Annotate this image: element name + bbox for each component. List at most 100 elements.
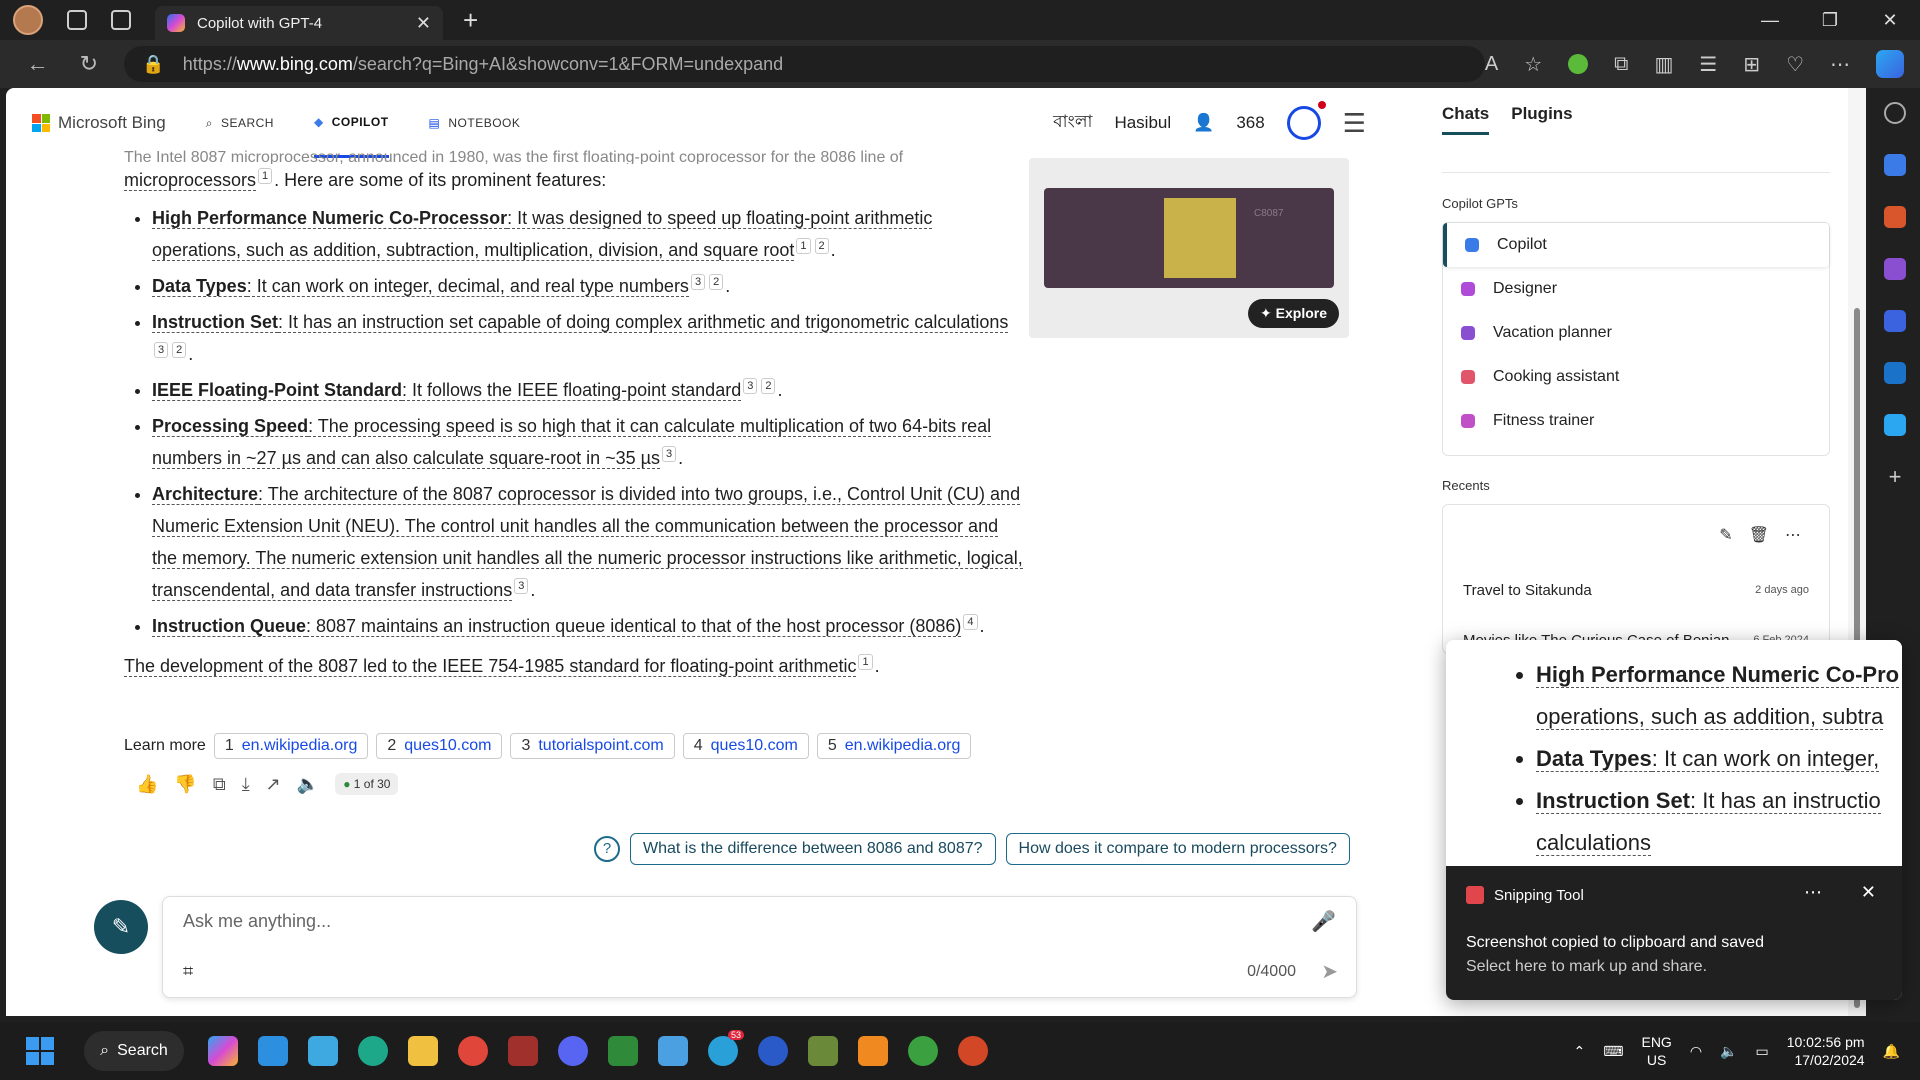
back-icon[interactable]: ←	[24, 51, 51, 77]
favorite-star-icon[interactable]: ☆	[1524, 52, 1542, 77]
thumbs-up-icon[interactable]: 👍	[136, 774, 158, 795]
gpt-item[interactable]: Copilot	[1443, 223, 1829, 267]
citation[interactable]: 2	[814, 238, 829, 254]
volume-icon[interactable]: 🔈	[1720, 1043, 1737, 1060]
close-tab-icon[interactable]: ✕	[416, 13, 431, 34]
taskbar-app-edge-icon[interactable]	[358, 1036, 388, 1066]
ask-input[interactable]: Ask me anything... 🎤 ⌗ 0/4000 ➤	[162, 896, 1357, 998]
workspaces-icon[interactable]	[67, 10, 87, 30]
citation[interactable]: 3	[514, 578, 529, 594]
taskbar-app-minecraft-icon[interactable]	[808, 1036, 838, 1066]
tab-actions-icon[interactable]	[111, 10, 131, 30]
delete-icon[interactable]: 🗑	[1749, 525, 1769, 545]
sidebar-add-icon[interactable]: +	[1884, 466, 1906, 488]
sidebar-send-icon[interactable]	[1884, 414, 1906, 436]
notification-footer[interactable]: Snipping Tool ⋯ ✕ Screenshot copied to c…	[1446, 866, 1902, 1000]
browser-tab[interactable]: Copilot with GPT-4 ✕	[155, 6, 443, 40]
download-icon[interactable]: ⤓	[242, 774, 250, 795]
sidebar-m365-icon[interactable]	[1884, 310, 1906, 332]
refresh-icon[interactable]: ↻	[75, 51, 102, 77]
gpt-item[interactable]: Fitness trainer	[1443, 399, 1829, 443]
citation[interactable]: 4	[963, 614, 978, 630]
user-icon[interactable]: 👤	[1193, 113, 1214, 133]
language-indicator[interactable]: ENG US	[1641, 1033, 1671, 1069]
citation[interactable]: 3	[154, 342, 169, 358]
speaker-icon[interactable]: 🔈	[297, 774, 319, 795]
close-window-icon[interactable]: ✕	[1860, 10, 1920, 31]
favorites-icon[interactable]: ☰	[1699, 52, 1717, 77]
rewards-points[interactable]: 368	[1236, 113, 1264, 133]
notification-more-icon[interactable]: ⋯	[1804, 882, 1822, 903]
profile-avatar[interactable]	[13, 5, 43, 35]
sidebar-games-icon[interactable]	[1884, 258, 1906, 280]
source-link[interactable]: 5 en.wikipedia.org	[816, 733, 972, 759]
send-icon[interactable]: ➤	[1321, 959, 1338, 984]
source-link[interactable]: 1 en.wikipedia.org	[213, 733, 369, 759]
gpt-item[interactable]: Cooking assistant	[1443, 355, 1829, 399]
microphone-icon[interactable]: 🎤	[1311, 909, 1336, 934]
sidebar-outlook-icon[interactable]	[1884, 362, 1906, 384]
taskbar-search[interactable]: ⌕ Search	[84, 1031, 184, 1071]
taskbar-app-chrome-icon[interactable]	[458, 1036, 488, 1066]
collections-icon[interactable]: ⊞	[1743, 52, 1760, 77]
share-icon[interactable]: ↗	[266, 774, 281, 795]
source-link[interactable]: 2 ques10.com	[376, 733, 503, 759]
citation[interactable]: 3	[690, 274, 706, 290]
notification-close-icon[interactable]: ✕	[1861, 882, 1876, 903]
taskbar-app-chip-icon[interactable]	[608, 1036, 638, 1066]
clock[interactable]: 10:02:56 pm 17/02/2024	[1787, 1033, 1865, 1069]
address-bar[interactable]: 🔒 https://www.bing.com/search?q=Bing+AI&…	[124, 46, 1485, 82]
taskbar-app-telegram-icon[interactable]: 53	[708, 1030, 744, 1066]
split-screen-icon[interactable]: ▥	[1654, 52, 1673, 77]
citation[interactable]: 1	[796, 238, 811, 254]
start-icon[interactable]	[26, 1037, 54, 1065]
explore-button[interactable]: ✦ Explore	[1248, 299, 1339, 328]
sidebar-search-icon[interactable]	[1884, 102, 1906, 124]
hamburger-menu-icon[interactable]: ☰	[1343, 108, 1366, 139]
sidebar-shopping-icon[interactable]	[1884, 154, 1906, 176]
new-tab-icon[interactable]: +	[463, 5, 478, 36]
snipping-notification[interactable]: High Performance Numeric Co-Pro operation…	[1446, 640, 1902, 1000]
taskbar-app-chrome2-icon[interactable]	[908, 1036, 938, 1066]
suggestion-chip[interactable]: How does it compare to modern processors…	[1005, 833, 1350, 865]
citation[interactable]: 2	[709, 274, 724, 290]
minimize-icon[interactable]: —	[1740, 10, 1800, 31]
more-icon[interactable]: ⋯	[1830, 52, 1850, 77]
closing-text[interactable]: The development of the 8087 led to the I…	[124, 656, 857, 677]
citation[interactable]: 3	[743, 378, 758, 394]
intro-underlined[interactable]: microprocessors	[124, 170, 257, 191]
copilot-sidebar-icon[interactable]	[1876, 50, 1904, 78]
citation[interactable]: 1	[858, 654, 873, 670]
taskbar-app-explorer-icon[interactable]	[408, 1036, 438, 1066]
snip-preview[interactable]: High Performance Numeric Co-Pro operation…	[1446, 640, 1902, 866]
taskbar-app-powerpoint-icon[interactable]	[958, 1036, 988, 1066]
wifi-icon[interactable]: ◠	[1690, 1043, 1702, 1060]
taskbar-app-copilot-icon[interactable]	[208, 1036, 238, 1066]
gpt-item[interactable]: Designer	[1443, 267, 1829, 311]
sidebar-tools-icon[interactable]	[1884, 206, 1906, 228]
taskbar-app-vscode-icon[interactable]	[258, 1036, 288, 1066]
citation[interactable]: 1	[258, 168, 273, 184]
tab-chats[interactable]: Chats	[1442, 104, 1490, 135]
taskbar-app-winrar-icon[interactable]	[508, 1036, 538, 1066]
thumbs-down-icon[interactable]: 👎	[174, 774, 196, 795]
extensions-puzzle-icon[interactable]: ⧉	[1614, 53, 1628, 76]
notification-bell-icon[interactable]: 🔔	[1883, 1043, 1900, 1060]
new-topic-button[interactable]: ✎	[94, 900, 148, 954]
citation[interactable]: 2	[172, 342, 187, 358]
show-hidden-icons[interactable]: ⌃	[1574, 1043, 1586, 1060]
battery-icon[interactable]: ▭	[1755, 1043, 1768, 1060]
recent-chat[interactable]: Travel to Sitakunda 2 days ago	[1443, 565, 1829, 615]
health-icon[interactable]: ♡	[1786, 52, 1804, 77]
keyboard-icon[interactable]: ⌨	[1603, 1043, 1623, 1060]
more-options-icon[interactable]: ⋯	[1785, 525, 1801, 545]
image-card[interactable]: C8087 ✦ Explore	[1029, 158, 1349, 338]
tab-plugins[interactable]: Plugins	[1511, 104, 1572, 135]
bing-logo[interactable]: Microsoft Bing	[32, 113, 166, 133]
language-link[interactable]: বাংলা	[1053, 109, 1092, 137]
read-aloud-icon[interactable]: A	[1485, 53, 1498, 76]
taskbar-app-browser-icon[interactable]	[758, 1036, 788, 1066]
source-link[interactable]: 4 ques10.com	[682, 733, 809, 759]
taskbar-app-discord-icon[interactable]	[558, 1036, 588, 1066]
taskbar-app-desktop-icon[interactable]	[308, 1036, 338, 1066]
